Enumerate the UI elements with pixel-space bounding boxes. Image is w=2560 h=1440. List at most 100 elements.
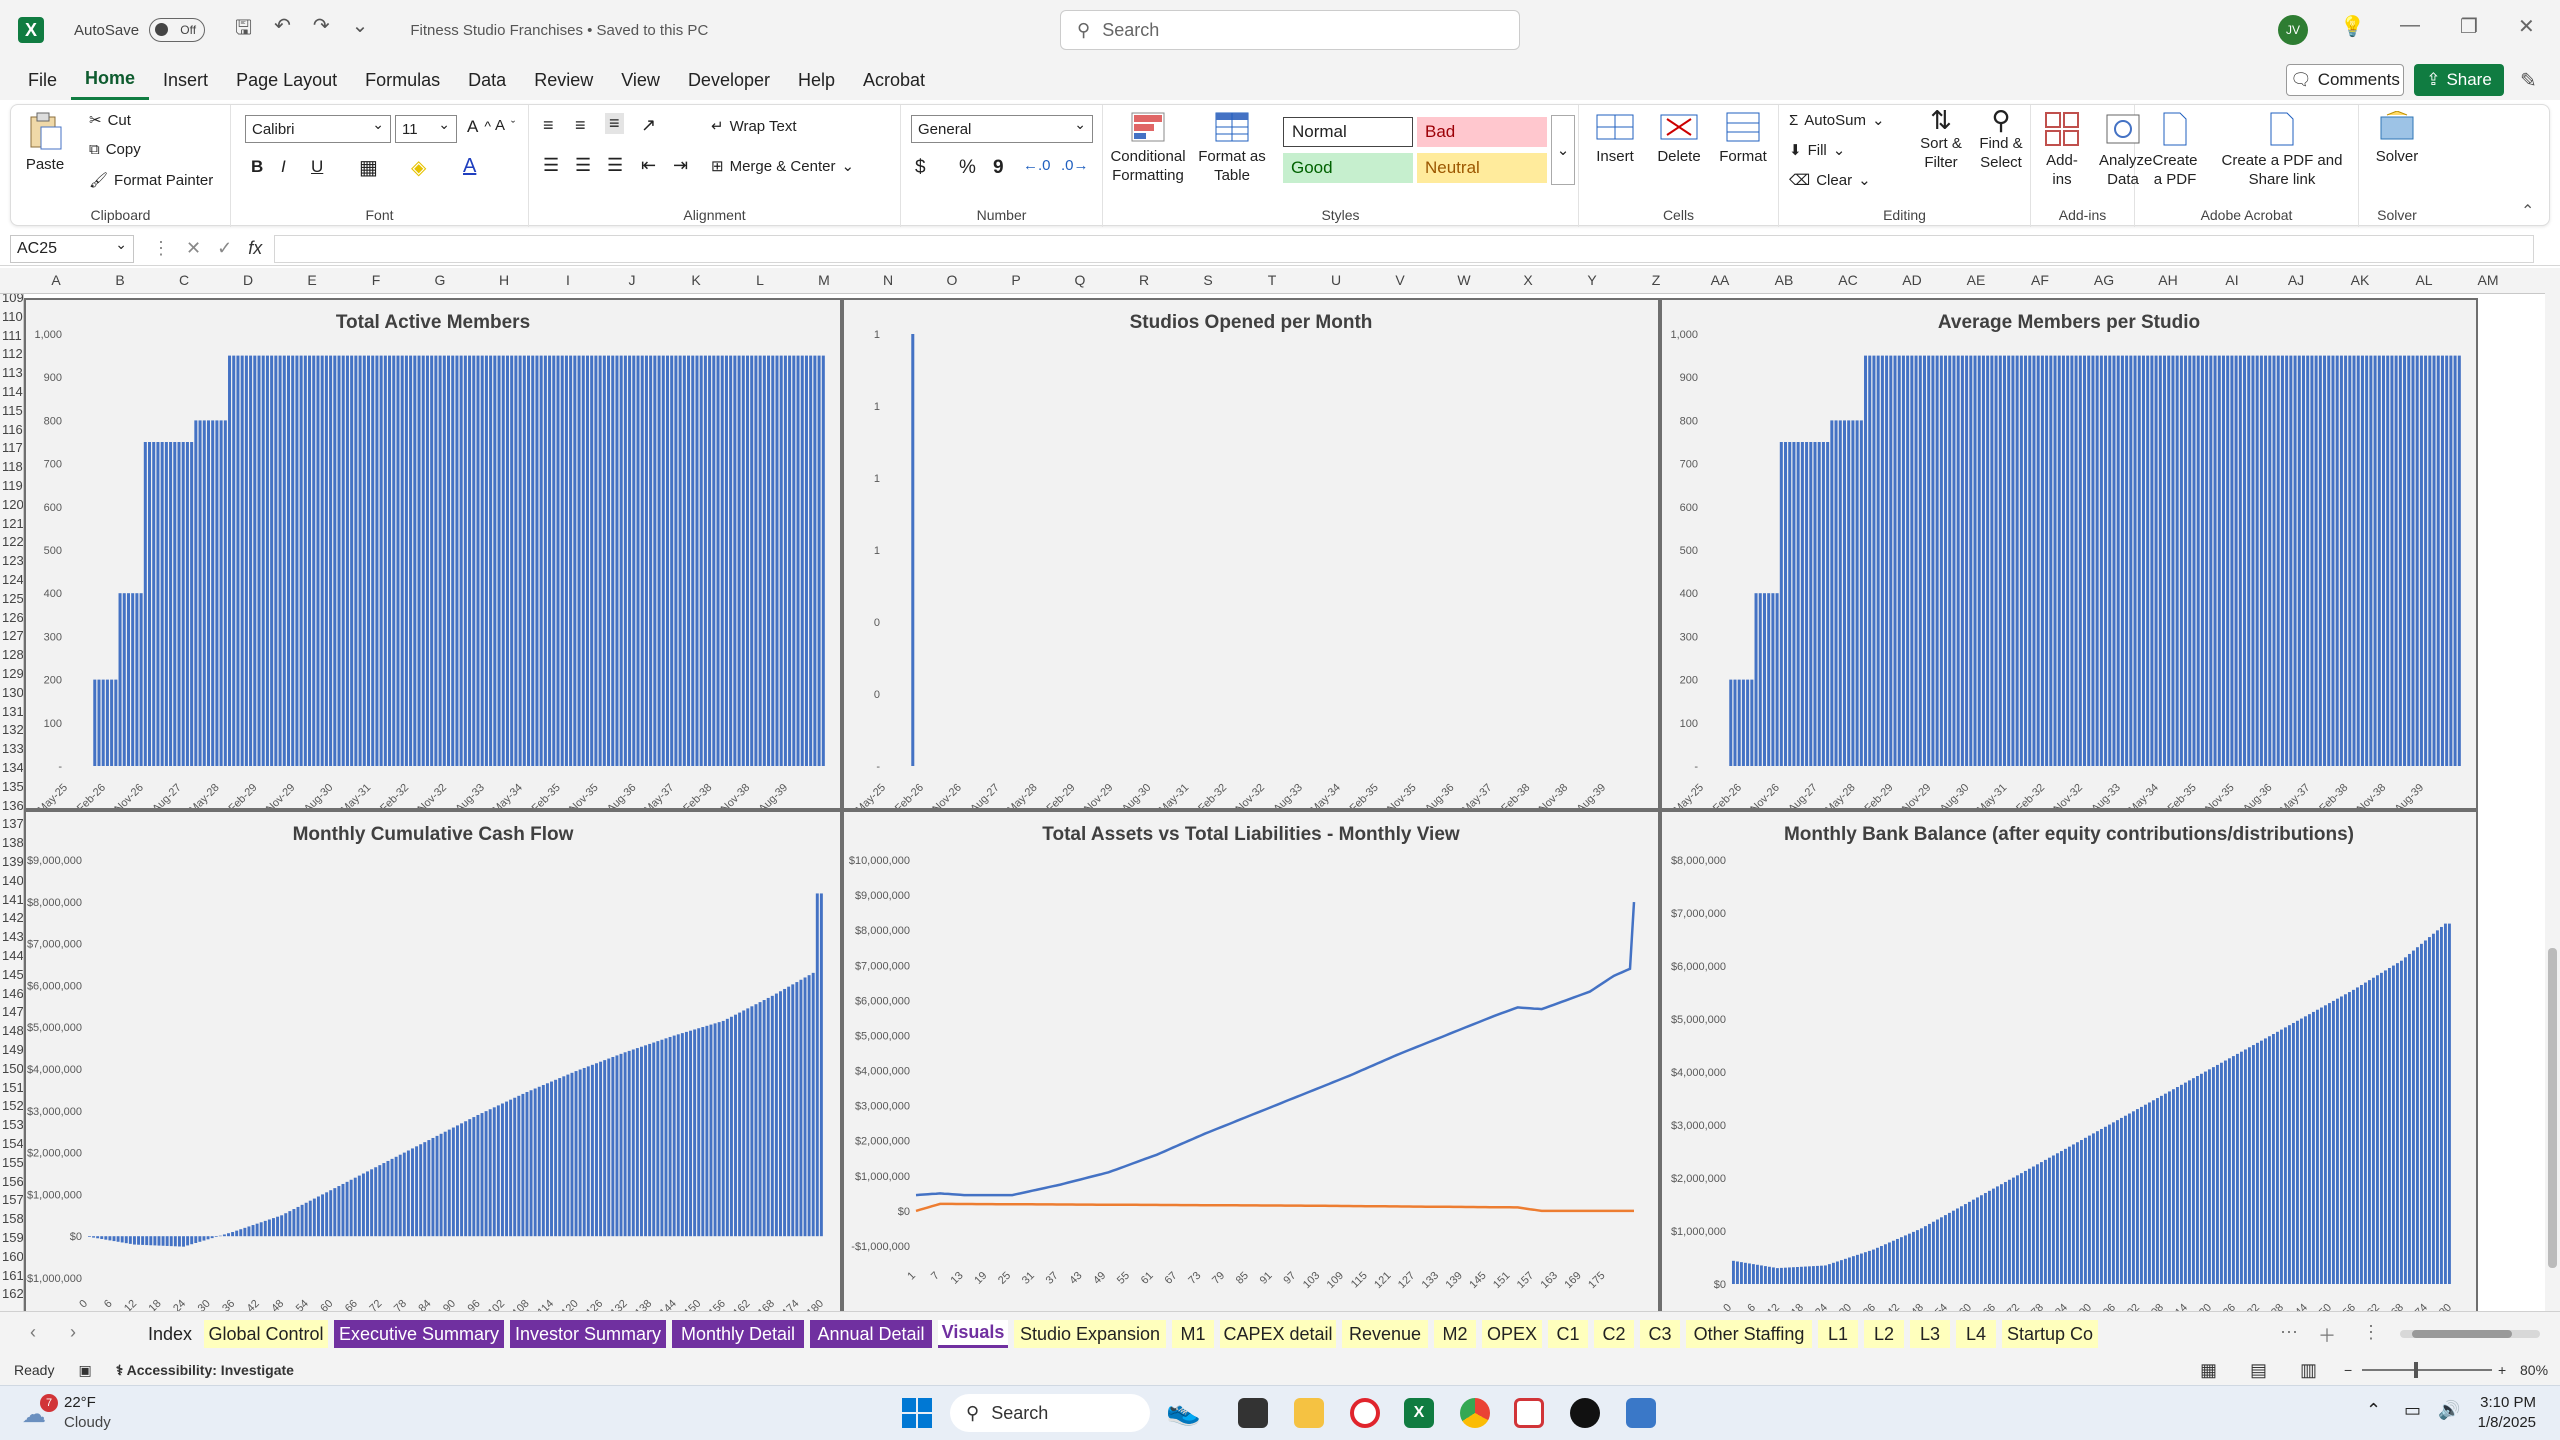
increase-font-icon[interactable]: A ^ bbox=[467, 117, 491, 137]
menu-acrobat[interactable]: Acrobat bbox=[849, 60, 939, 100]
row-header[interactable]: 142 bbox=[2, 910, 23, 925]
sheet-tab[interactable]: Startup Co bbox=[2002, 1320, 2098, 1348]
column-header[interactable]: F bbox=[372, 272, 381, 288]
tabs-options-icon[interactable]: ⋮ bbox=[2362, 1322, 2380, 1343]
row-header[interactable]: 140 bbox=[2, 873, 23, 888]
comments-button[interactable]: 🗨 Comments bbox=[2286, 64, 2404, 96]
addins-button[interactable]: Add-ins bbox=[2037, 111, 2087, 189]
row-header[interactable]: 150 bbox=[2, 1061, 23, 1076]
chart-total-active-members[interactable]: Total Active Members -100 200 300 400 500 600… bbox=[24, 298, 842, 810]
autosave-toggle[interactable]: Off bbox=[149, 18, 206, 42]
upwork-icon[interactable] bbox=[1570, 1398, 1600, 1428]
percent-button[interactable]: % bbox=[959, 157, 976, 179]
conditional-formatting-button[interactable]: Conditional Formatting bbox=[1107, 111, 1189, 185]
row-header[interactable]: 123 bbox=[2, 553, 23, 568]
row-header[interactable]: 109 bbox=[2, 294, 23, 305]
format-cells-button[interactable]: Format bbox=[1713, 111, 1773, 166]
row-header[interactable]: 124 bbox=[2, 572, 23, 587]
increase-indent-icon[interactable]: ⇥ bbox=[673, 155, 688, 176]
enter-icon[interactable]: ✓ bbox=[217, 238, 232, 259]
column-header[interactable]: D bbox=[243, 272, 253, 288]
sheet-tab[interactable]: Monthly Detail bbox=[672, 1320, 804, 1348]
row-header[interactable]: 160 bbox=[2, 1249, 23, 1264]
row-header[interactable]: 144 bbox=[2, 948, 23, 963]
sheet-tab[interactable]: M1 bbox=[1172, 1320, 1214, 1348]
wrap-text-button[interactable]: ↵ Wrap Text bbox=[711, 117, 797, 136]
row-header[interactable]: 153 bbox=[2, 1117, 23, 1132]
font-size-select[interactable]: 11 bbox=[395, 115, 457, 143]
merge-center-button[interactable]: ⊞ Merge & Center ⌄ bbox=[711, 157, 854, 176]
column-header[interactable]: U bbox=[1331, 272, 1341, 288]
row-header[interactable]: 116 bbox=[2, 422, 23, 437]
create-pdf-share-button[interactable]: Create a PDF and Share link bbox=[2217, 111, 2347, 189]
comma-button[interactable]: 9 bbox=[993, 157, 1004, 179]
sheet-tab[interactable]: OPEX bbox=[1482, 1320, 1542, 1348]
show-hidden-icons[interactable]: ⌃ bbox=[2366, 1400, 2381, 1421]
zoom-slider-thumb[interactable] bbox=[2414, 1362, 2418, 1378]
column-header[interactable]: J bbox=[629, 272, 636, 288]
row-header[interactable]: 132 bbox=[2, 722, 23, 737]
create-pdf-button[interactable]: Create a PDF bbox=[2149, 111, 2201, 189]
snipping-tool-icon[interactable] bbox=[1514, 1398, 1544, 1428]
autosum-button[interactable]: Σ AutoSum ⌄ bbox=[1789, 111, 1885, 130]
column-header[interactable]: R bbox=[1139, 272, 1149, 288]
paste-button[interactable]: Paste bbox=[19, 111, 71, 174]
row-header[interactable]: 154 bbox=[2, 1136, 23, 1151]
column-header[interactable]: Y bbox=[1587, 272, 1596, 288]
next-sheet-icon[interactable]: › bbox=[70, 1322, 76, 1343]
column-header[interactable]: K bbox=[691, 272, 700, 288]
user-avatar[interactable]: JV bbox=[2278, 15, 2308, 45]
windows-start-icon[interactable] bbox=[902, 1398, 932, 1428]
menu-insert[interactable]: Insert bbox=[149, 60, 222, 100]
column-header[interactable]: AE bbox=[1967, 272, 1986, 288]
add-sheet-icon[interactable]: ＋ bbox=[2318, 1322, 2336, 1348]
sheet-tab[interactable]: C3 bbox=[1640, 1320, 1680, 1348]
column-header[interactable]: C bbox=[179, 272, 189, 288]
sheet-tab[interactable]: C2 bbox=[1594, 1320, 1634, 1348]
sheet-tab[interactable]: Annual Detail bbox=[810, 1320, 932, 1348]
document-title[interactable]: Fitness Studio Franchises • Saved to thi… bbox=[410, 22, 708, 39]
column-header[interactable]: V bbox=[1395, 272, 1404, 288]
row-header[interactable]: 151 bbox=[2, 1080, 23, 1095]
decrease-font-icon[interactable]: Aˇ bbox=[495, 117, 515, 134]
row-header[interactable]: 155 bbox=[2, 1155, 23, 1170]
zoom-in-icon[interactable]: + bbox=[2498, 1362, 2506, 1378]
row-header[interactable]: 137 bbox=[2, 816, 23, 831]
more-sheets-icon[interactable]: ⋯ bbox=[2280, 1322, 2298, 1343]
row-header[interactable]: 119 bbox=[2, 478, 23, 493]
align-center-icon[interactable]: ☰ bbox=[575, 155, 591, 176]
copilot-icon[interactable]: ✎ bbox=[2520, 68, 2537, 93]
align-bottom-icon[interactable]: ≡ bbox=[605, 113, 624, 134]
row-header[interactable]: 141 bbox=[2, 892, 23, 907]
horizontal-scrollbar-thumb[interactable] bbox=[2412, 1330, 2512, 1338]
sheet-tab[interactable]: L3 bbox=[1910, 1320, 1950, 1348]
sheet-tab[interactable]: Investor Summary bbox=[510, 1320, 666, 1348]
column-header[interactable]: G bbox=[435, 272, 446, 288]
column-header[interactable]: B bbox=[115, 272, 124, 288]
vertical-scrollbar[interactable] bbox=[2545, 268, 2560, 1311]
shoe-app-icon[interactable]: 👟 bbox=[1166, 1394, 1201, 1427]
horizontal-scrollbar[interactable] bbox=[2400, 1330, 2540, 1338]
macro-icon[interactable]: ▣ bbox=[78, 1362, 91, 1379]
accessibility-status[interactable]: ⚕ Accessibility: Investigate bbox=[116, 1362, 294, 1379]
row-header[interactable]: 146 bbox=[2, 986, 23, 1001]
search-box[interactable]: ⚲ Search bbox=[1060, 10, 1520, 50]
sheet-tab[interactable]: Index bbox=[142, 1320, 198, 1348]
row-header[interactable]: 111 bbox=[2, 328, 22, 343]
borders-icon[interactable]: ▦ bbox=[359, 155, 378, 180]
sheet-tab[interactable]: L4 bbox=[1956, 1320, 1996, 1348]
chart-assets-liabilities[interactable]: Total Assets vs Total Liabilities - Mont… bbox=[842, 810, 1660, 1311]
sheet-tab[interactable]: Other Staffing bbox=[1686, 1320, 1812, 1348]
row-header[interactable]: 127 bbox=[2, 628, 23, 643]
cancel-icon[interactable]: ✕ bbox=[186, 238, 201, 259]
sheet-tab[interactable]: Revenue bbox=[1342, 1320, 1428, 1348]
opera-icon[interactable] bbox=[1350, 1398, 1380, 1428]
column-header[interactable]: P bbox=[1011, 272, 1020, 288]
bold-button[interactable]: B bbox=[251, 157, 263, 177]
column-header[interactable]: S bbox=[1203, 272, 1212, 288]
row-header[interactable]: 135 bbox=[2, 779, 23, 794]
column-header[interactable]: AG bbox=[2094, 272, 2114, 288]
style-neutral[interactable]: Neutral bbox=[1417, 153, 1547, 183]
column-header[interactable]: AH bbox=[2158, 272, 2177, 288]
sort-filter-button[interactable]: ⇅ Sort & Filter bbox=[1913, 107, 1969, 172]
